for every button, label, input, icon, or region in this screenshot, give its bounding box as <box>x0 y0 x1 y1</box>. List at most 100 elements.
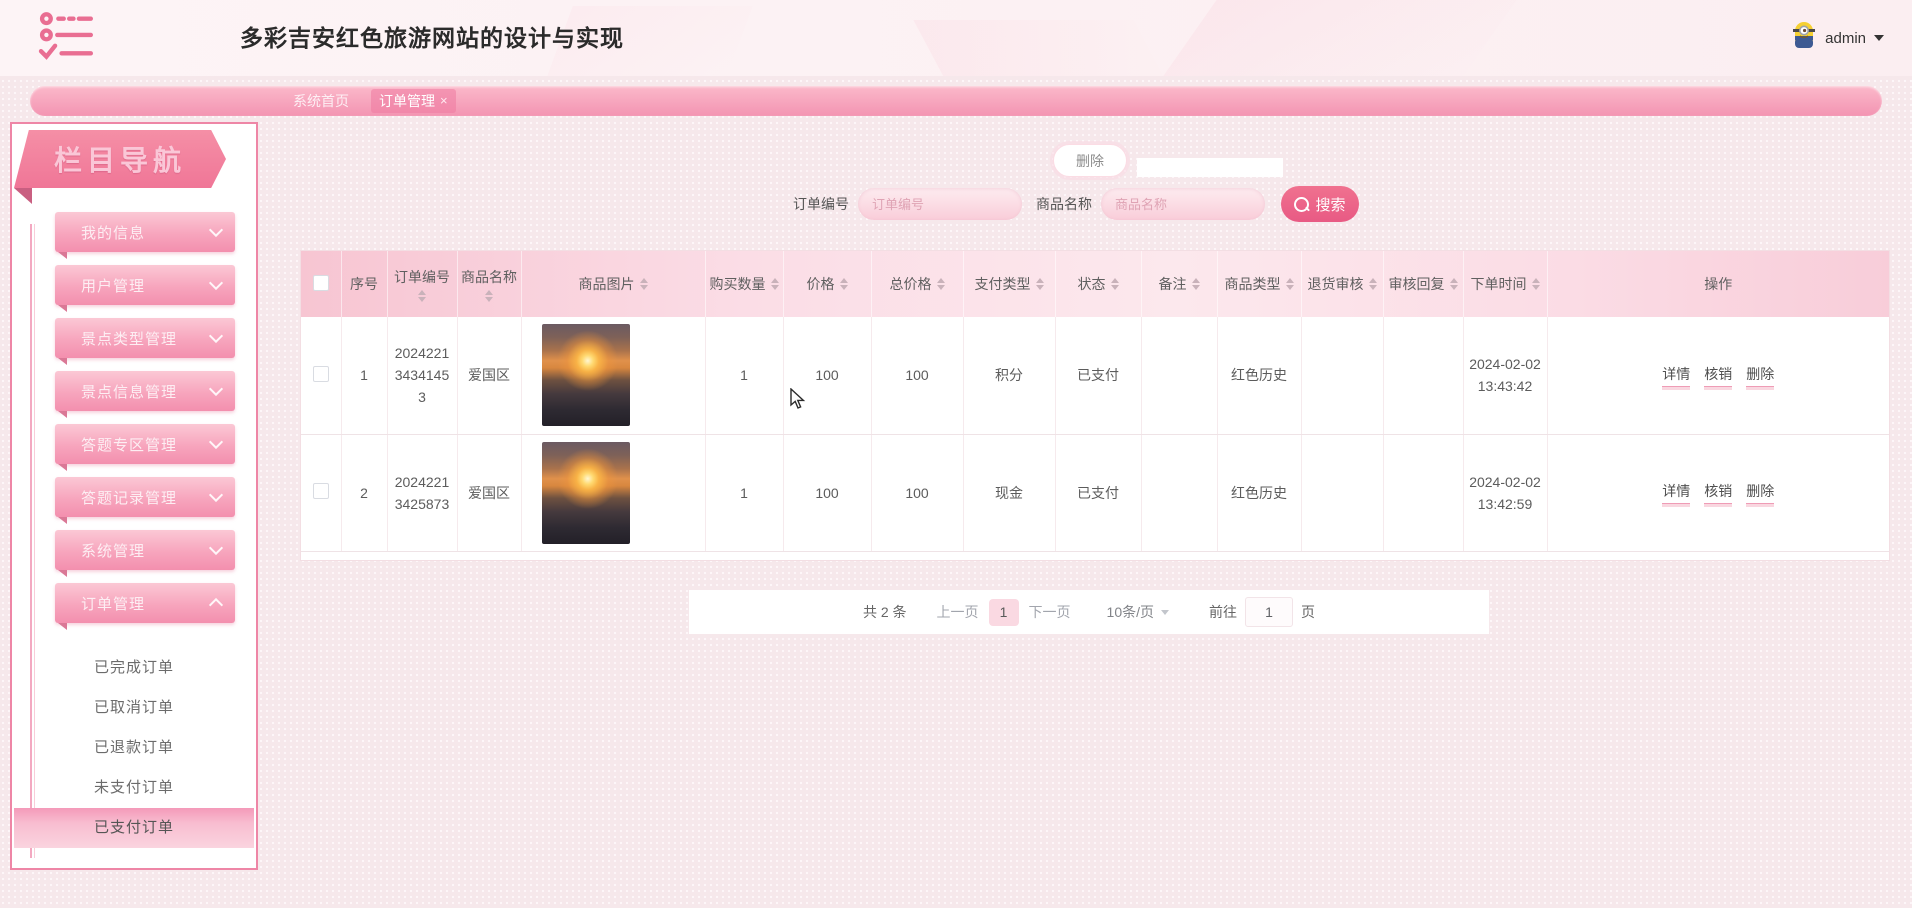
sidebar-item-label: 系统管理 <box>81 542 146 560</box>
search-button[interactable]: 搜索 <box>1281 186 1359 222</box>
sort-arrows-icon[interactable] <box>418 289 426 302</box>
sort-arrows-icon[interactable] <box>1449 278 1458 290</box>
page-size-select[interactable]: 10条/页 <box>1106 602 1170 622</box>
sort-arrows-icon[interactable] <box>1285 278 1294 290</box>
cell-order-no: 202422134341453 <box>387 317 458 435</box>
sort-arrows-icon[interactable] <box>1368 278 1377 290</box>
sort-arrows-icon[interactable] <box>639 278 648 290</box>
cell-checkbox <box>301 317 342 435</box>
username-label: admin <box>1825 29 1866 47</box>
column-label: 价格 <box>806 276 835 292</box>
next-page-button[interactable]: 下一页 <box>1029 602 1071 622</box>
sort-asc-icon <box>1191 278 1200 283</box>
table-body: 1 202422134341453 爱国区 1 100 100 积分 已支付 红色历史 2024-… <box>301 317 1889 552</box>
sidebar-item-7[interactable]: 订单管理 <box>55 583 235 630</box>
sidebar-submenu: 已完成订单 已取消订单 已退款订单 未支付订单 已支付订单 <box>14 648 254 848</box>
sidebar-subitem-3[interactable]: 未支付订单 <box>14 768 254 808</box>
detail-link[interactable]: 详情 <box>1662 481 1691 504</box>
sidebar-subitem-0[interactable]: 已完成订单 <box>14 648 254 688</box>
column-label: 总价格 <box>889 276 932 292</box>
page-number-1[interactable]: 1 <box>988 598 1019 626</box>
cell-qty: 1 <box>705 317 784 435</box>
column-label: 备注 <box>1158 276 1187 292</box>
column-header-2[interactable]: 订单编号 <box>387 251 458 317</box>
delete-button[interactable]: 删除 <box>1053 144 1127 177</box>
sidebar-item-0[interactable]: 我的信息 <box>55 212 235 259</box>
cell-index: 2 <box>341 434 388 552</box>
goto-page-input[interactable] <box>1245 597 1294 627</box>
cell-time: 2024-02-02 13:43:42 <box>1463 317 1548 435</box>
cell-refund-review <box>1301 434 1384 552</box>
tab-bar: 系统首页 订单管理 × <box>30 86 1882 116</box>
select-all-checkbox[interactable] <box>312 274 329 291</box>
detail-link[interactable]: 详情 <box>1662 364 1691 387</box>
select-all-header[interactable] <box>301 251 342 317</box>
product-name-input[interactable] <box>1101 188 1265 220</box>
sidebar-subitem-4[interactable]: 已支付订单 <box>14 808 254 848</box>
sort-arrows-icon[interactable] <box>485 289 493 302</box>
sort-desc-icon <box>1191 285 1200 290</box>
column-header-6[interactable]: 价格 <box>783 251 872 317</box>
sort-arrows-icon[interactable] <box>1531 278 1540 290</box>
column-header-8[interactable]: 支付类型 <box>963 251 1056 317</box>
decorative-shape <box>913 20 1171 76</box>
verify-link[interactable]: 核销 <box>1704 481 1733 504</box>
column-header-5[interactable]: 购买数量 <box>705 251 784 317</box>
search-button-label: 搜索 <box>1315 196 1346 214</box>
banner-fold <box>14 188 32 204</box>
column-header-4[interactable]: 商品图片 <box>521 251 706 317</box>
chevron-down-icon <box>208 487 224 503</box>
user-menu[interactable]: admin <box>1791 0 1884 76</box>
sidebar-subitem-2[interactable]: 已退款订单 <box>14 728 254 768</box>
verify-link[interactable]: 核销 <box>1704 364 1733 387</box>
column-header-10[interactable]: 备注 <box>1141 251 1218 317</box>
column-header-13[interactable]: 审核回复 <box>1383 251 1464 317</box>
column-label: 序号 <box>350 276 378 292</box>
column-header-3[interactable]: 商品名称 <box>457 251 522 317</box>
cell-total: 100 <box>871 317 964 435</box>
order-no-label: 订单编号 <box>793 196 849 212</box>
sidebar-item-2[interactable]: 景点类型管理 <box>55 318 235 365</box>
sidebar-title: 栏目导航 <box>53 145 186 176</box>
delete-link[interactable]: 删除 <box>1746 481 1775 504</box>
sidebar-item-label: 答题专区管理 <box>81 436 178 454</box>
sidebar-item-4[interactable]: 答题专区管理 <box>55 424 235 471</box>
sidebar-item-5[interactable]: 答题记录管理 <box>55 477 235 524</box>
column-header-7[interactable]: 总价格 <box>871 251 964 317</box>
sort-arrows-icon[interactable] <box>839 278 848 290</box>
row-checkbox[interactable] <box>312 483 329 499</box>
pagination-total: 共 2 条 <box>862 604 907 620</box>
sidebar-subitem-1[interactable]: 已取消订单 <box>14 688 254 728</box>
order-no-input[interactable] <box>858 188 1022 220</box>
sort-arrows-icon[interactable] <box>770 278 779 290</box>
sort-arrows-icon[interactable] <box>1110 278 1119 290</box>
column-label: 退货审核 <box>1307 276 1364 292</box>
tab-1[interactable]: 订单管理 × <box>371 89 456 113</box>
tab-close-icon[interactable]: × <box>440 89 448 113</box>
prev-page-button[interactable]: 上一页 <box>937 602 979 622</box>
sidebar-item-6[interactable]: 系统管理 <box>55 530 235 577</box>
column-label: 操作 <box>1704 276 1733 292</box>
sidebar-item-1[interactable]: 用户管理 <box>55 265 235 312</box>
column-header-9[interactable]: 状态 <box>1055 251 1142 317</box>
row-checkbox[interactable] <box>312 365 329 382</box>
sort-arrows-icon[interactable] <box>1035 278 1044 290</box>
page-size-label: 10条/页 <box>1106 604 1155 620</box>
column-header-14[interactable]: 下单时间 <box>1463 251 1548 317</box>
cell-product-image <box>521 434 706 552</box>
delete-link[interactable]: 删除 <box>1746 364 1775 387</box>
tab-0[interactable]: 系统首页 <box>285 89 357 113</box>
sort-arrows-icon[interactable] <box>1191 278 1200 290</box>
cell-pay-type: 现金 <box>963 434 1056 552</box>
sort-arrows-icon[interactable] <box>936 278 945 290</box>
column-header-11[interactable]: 商品类型 <box>1217 251 1302 317</box>
column-label: 商品类型 <box>1224 276 1281 292</box>
column-header-12[interactable]: 退货审核 <box>1301 251 1384 317</box>
table-head: 序号 订单编号 商品名称 商品图片 购买数量 价格 总价格 支付类型 状态 备注 商品类型 退货审核 审… <box>301 251 1889 317</box>
sidebar-item-3[interactable]: 景点信息管理 <box>55 371 235 418</box>
goto-label: 前往 <box>1209 604 1238 620</box>
cell-price: 100 <box>783 434 872 552</box>
column-label: 商品图片 <box>578 276 635 292</box>
column-header-content: 总价格 <box>873 272 962 296</box>
sort-asc-icon <box>839 278 848 283</box>
